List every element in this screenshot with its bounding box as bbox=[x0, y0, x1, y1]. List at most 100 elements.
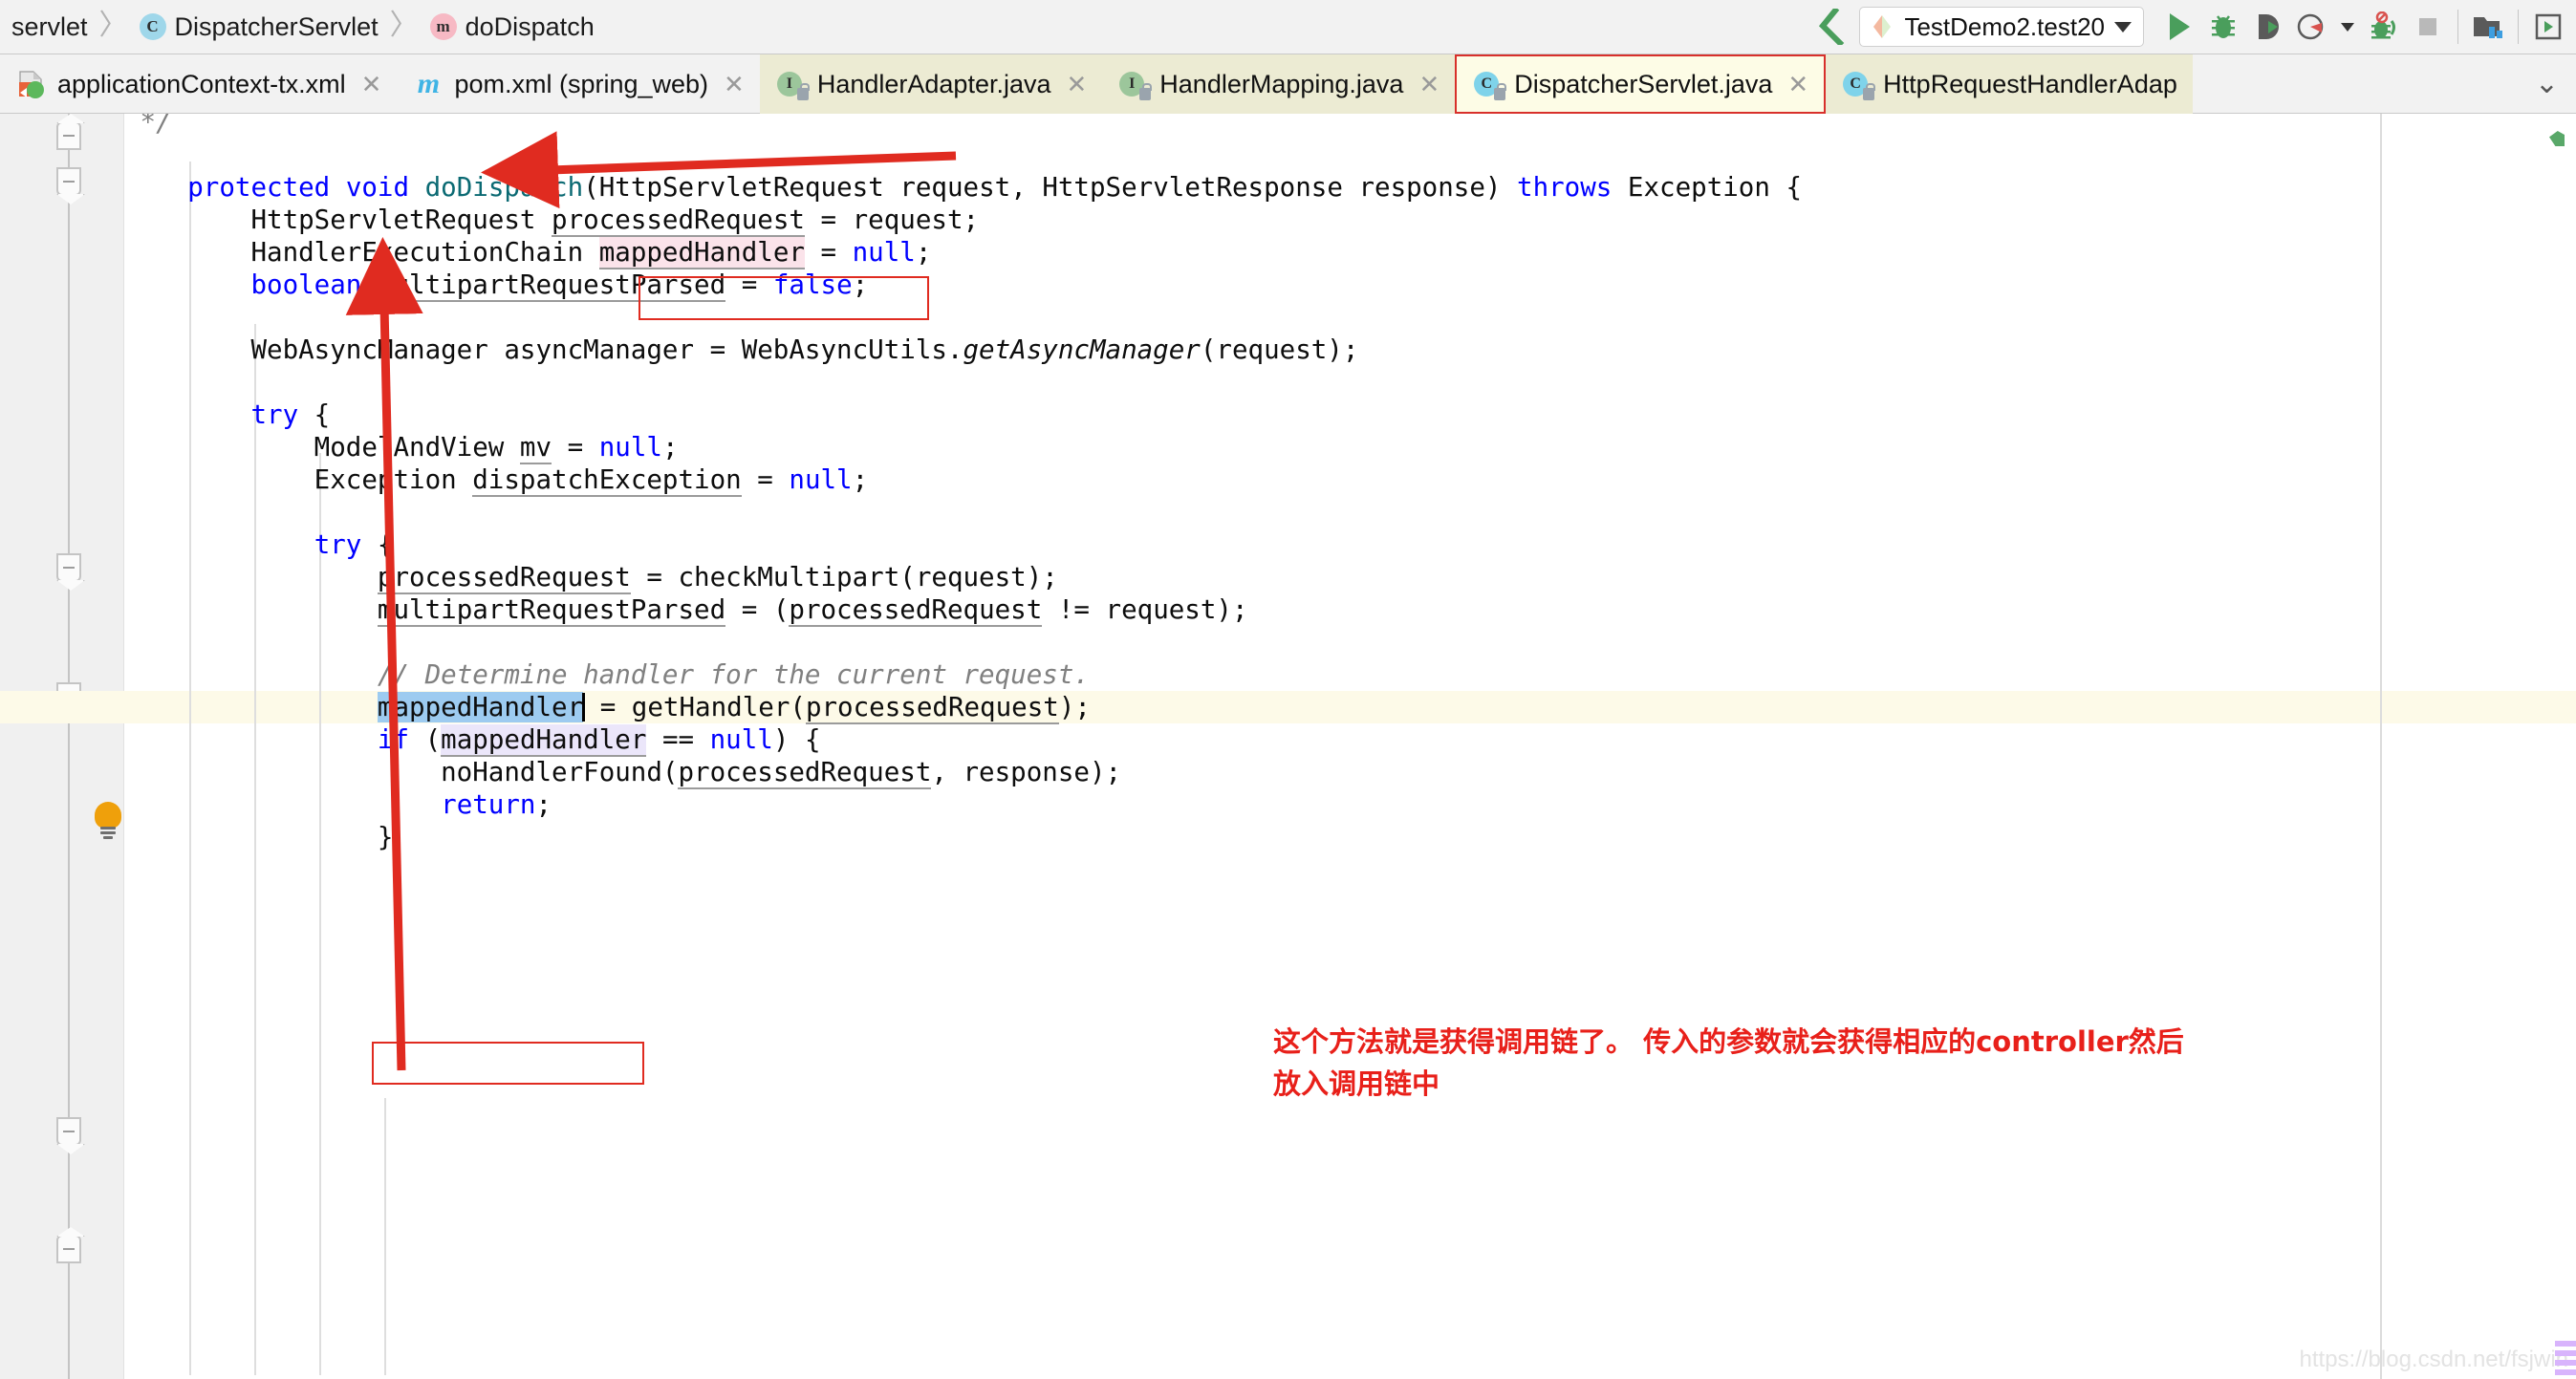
code-line[interactable]: HttpServletRequest processedRequest = re… bbox=[124, 204, 2576, 237]
toolbar: TestDemo2.test20 bbox=[1809, 0, 2576, 54]
close-icon[interactable]: ✕ bbox=[1067, 70, 1088, 99]
code-line[interactable]: if (mappedHandler == null) { bbox=[124, 723, 2576, 757]
lock-icon bbox=[1494, 83, 1507, 100]
run-config-icon bbox=[1873, 15, 1892, 38]
breadcrumb-separator-icon: 〉 bbox=[98, 9, 128, 41]
lightbulb-intention-icon[interactable] bbox=[92, 802, 124, 840]
tab-handleradapter-java[interactable]: I HandlerAdapter.java ✕ bbox=[759, 54, 1103, 114]
chevron-down-icon bbox=[2341, 22, 2354, 32]
ide-window: servlet 〉 C DispatcherServlet 〉 m doDisp… bbox=[0, 0, 2576, 1379]
lock-icon bbox=[1863, 83, 1876, 100]
close-icon[interactable]: ✕ bbox=[1418, 70, 1440, 99]
breadcrumb-label: servlet bbox=[11, 11, 88, 41]
tab-label: HandlerAdapter.java bbox=[816, 69, 1051, 98]
class-badge-icon: C bbox=[139, 13, 166, 40]
annotation-note: 这个方法就是获得调用链了。 传入的参数就会获得相应的controller然后 放… bbox=[1273, 1025, 2184, 1100]
fold-marker-icon[interactable] bbox=[56, 167, 81, 196]
debug-button[interactable] bbox=[2201, 0, 2245, 54]
chevron-down-icon: ⌄ bbox=[2534, 68, 2559, 99]
tab-handlermapping-java[interactable]: I HandlerMapping.java ✕ bbox=[1102, 54, 1456, 114]
method-badge-icon: m bbox=[429, 13, 457, 40]
navigation-bar: servlet 〉 C DispatcherServlet 〉 m doDisp… bbox=[0, 0, 2576, 54]
tab-label: HandlerMapping.java bbox=[1159, 69, 1404, 98]
class-icon: C bbox=[1843, 70, 1876, 100]
run-button[interactable] bbox=[2157, 0, 2201, 54]
close-icon[interactable]: ✕ bbox=[1787, 70, 1808, 99]
interface-icon: I bbox=[1119, 70, 1153, 100]
code-line[interactable]: protected void doDispatch(HttpServletReq… bbox=[124, 171, 2576, 204]
close-icon[interactable]: ✕ bbox=[361, 70, 382, 99]
tab-label: applicationContext-tx.xml bbox=[57, 69, 346, 98]
tab-label: pom.xml (spring_web) bbox=[454, 69, 709, 98]
tab-applicationcontext-tx-xml[interactable]: applicationContext-tx.xml ✕ bbox=[0, 54, 397, 114]
toolbar-divider bbox=[2457, 10, 2458, 44]
attach-debugger-button[interactable] bbox=[2362, 0, 2406, 54]
code-line[interactable]: mappedHandler = getHandler(processedRequ… bbox=[124, 691, 2576, 724]
code-line[interactable]: processedRequest = checkMultipart(reques… bbox=[124, 561, 2576, 594]
code-line[interactable]: Exception dispatchException = null; bbox=[124, 463, 2576, 497]
watermark-blocks-icon bbox=[2555, 1341, 2576, 1379]
breadcrumb-item-servlet[interactable]: servlet bbox=[2, 0, 97, 54]
editor-tab-bar: applicationContext-tx.xml ✕ m pom.xml (s… bbox=[0, 54, 2576, 114]
profile-dropdown-button[interactable] bbox=[2333, 0, 2362, 54]
close-icon[interactable]: ✕ bbox=[724, 70, 745, 99]
fold-marker-icon[interactable] bbox=[56, 121, 81, 150]
breadcrumb-label: DispatcherServlet bbox=[174, 11, 379, 41]
fold-marker-icon[interactable] bbox=[56, 1235, 81, 1263]
code-line[interactable] bbox=[124, 496, 2576, 528]
tabs-overflow-button[interactable]: ⌄ bbox=[2518, 54, 2576, 113]
profiler-icon bbox=[2297, 13, 2324, 40]
code-line[interactable]: multipartRequestParsed = (processedReque… bbox=[124, 593, 2576, 627]
bug-icon bbox=[2212, 15, 2235, 38]
code-line[interactable]: noHandlerFound(processedRequest, respons… bbox=[124, 756, 2576, 789]
code-line[interactable] bbox=[124, 301, 2576, 334]
stop-square-icon bbox=[2419, 18, 2436, 35]
run-configuration-selector[interactable]: TestDemo2.test20 bbox=[1859, 7, 2144, 47]
tab-httprequesthandleradapter-java[interactable]: C HttpRequestHandlerAdap bbox=[1826, 54, 2193, 114]
search-everywhere-button[interactable] bbox=[2526, 0, 2570, 54]
fold-marker-icon[interactable] bbox=[56, 1117, 81, 1146]
class-icon: C bbox=[1474, 70, 1507, 100]
project-structure-button[interactable] bbox=[2466, 0, 2510, 54]
coverage-icon bbox=[2259, 14, 2279, 39]
code-line[interactable]: return; bbox=[124, 788, 2576, 821]
code-line[interactable] bbox=[124, 366, 2576, 399]
lock-icon bbox=[1139, 83, 1153, 100]
terminal-icon bbox=[2535, 13, 2562, 40]
tab-dispatcherservlet-java[interactable]: C DispatcherServlet.java ✕ bbox=[1455, 54, 1827, 114]
maven-file-icon: m bbox=[417, 68, 441, 99]
run-with-coverage-button[interactable] bbox=[2245, 0, 2289, 54]
code-line[interactable]: } bbox=[124, 821, 2576, 853]
play-icon bbox=[2170, 13, 2190, 40]
toolbar-divider bbox=[2518, 10, 2519, 44]
interface-icon: I bbox=[776, 70, 810, 100]
code-line[interactable]: HandlerExecutionChain mappedHandler = nu… bbox=[124, 236, 2576, 269]
watermark: https://blog.csdn.net/fsjwin bbox=[2299, 1347, 2568, 1372]
code-line[interactable]: ModelAndView mv = null; bbox=[124, 431, 2576, 464]
profile-button[interactable] bbox=[2289, 0, 2333, 54]
breadcrumb-item-dodispatch[interactable]: m doDispatch bbox=[421, 0, 604, 54]
indent-guide bbox=[384, 1098, 386, 1375]
tab-label: HttpRequestHandlerAdap bbox=[1883, 69, 2177, 98]
code-line[interactable] bbox=[124, 139, 2576, 171]
xml-file-icon bbox=[17, 70, 46, 98]
code-line[interactable]: try { bbox=[124, 399, 2576, 431]
editor-gutter[interactable] bbox=[0, 114, 124, 1379]
tab-label: DispatcherServlet.java bbox=[1514, 69, 1773, 98]
fold-marker-icon[interactable] bbox=[56, 553, 81, 582]
code-editor[interactable]: */ protected void doDispatch(HttpServlet… bbox=[0, 114, 2576, 1379]
stop-button[interactable] bbox=[2406, 0, 2450, 54]
code-line[interactable] bbox=[124, 626, 2576, 658]
code-content[interactable]: */ protected void doDispatch(HttpServlet… bbox=[0, 114, 2576, 1379]
breadcrumb-label: doDispatch bbox=[465, 11, 595, 41]
chevron-down-icon bbox=[2114, 21, 2132, 32]
code-line[interactable]: WebAsyncManager asyncManager = WebAsyncU… bbox=[124, 334, 2576, 366]
breadcrumb-item-dispatcherservlet[interactable]: C DispatcherServlet bbox=[130, 0, 388, 54]
back-arrow-icon bbox=[1819, 9, 1845, 45]
code-line[interactable]: // Determine handler for the current req… bbox=[124, 658, 2576, 691]
code-line[interactable]: try { bbox=[124, 528, 2576, 561]
code-line[interactable]: boolean multipartRequestParsed = false; bbox=[124, 269, 2576, 302]
back-button[interactable] bbox=[1809, 0, 1853, 54]
tab-pom-xml[interactable]: m pom.xml (spring_web) ✕ bbox=[397, 54, 759, 114]
code-line[interactable]: */ bbox=[124, 114, 2576, 139]
